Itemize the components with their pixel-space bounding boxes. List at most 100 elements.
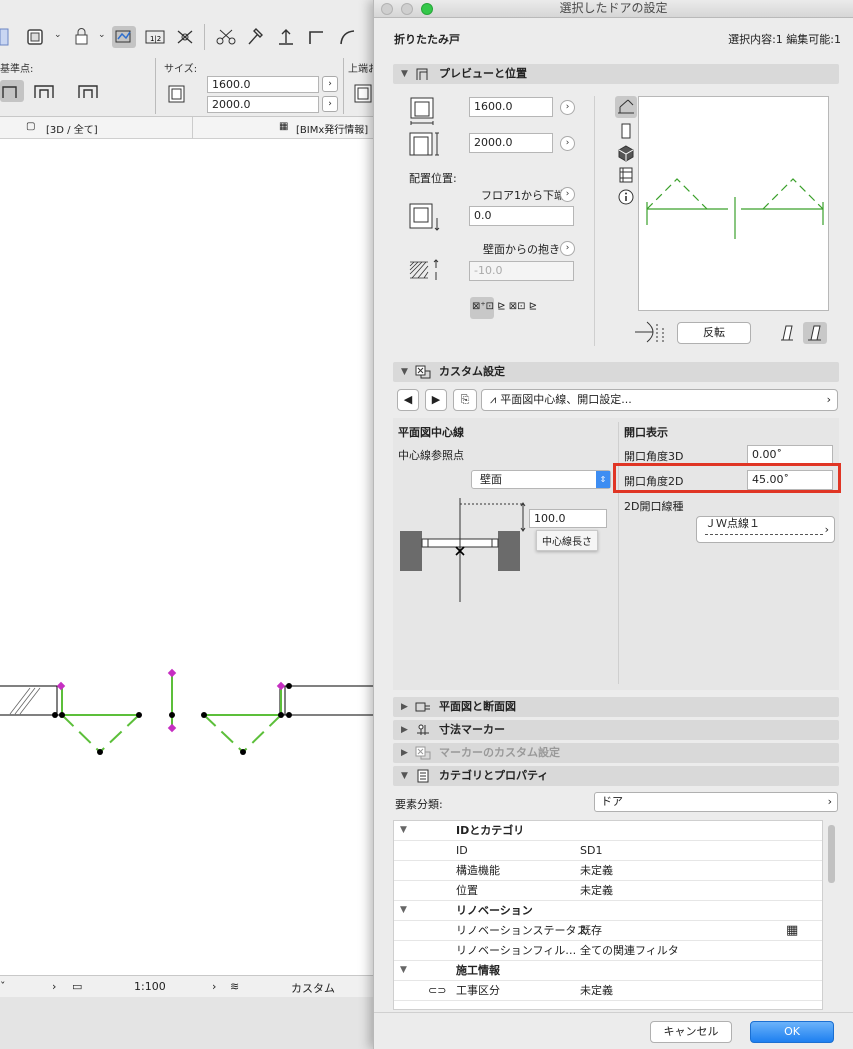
dialog-titlebar: 選択したドアの設定: [374, 0, 853, 18]
placement-label: 配置位置:: [409, 172, 457, 185]
minimize-window-button[interactable]: [401, 3, 413, 15]
layer-icon[interactable]: [24, 26, 48, 48]
lock-icon[interactable]: [70, 26, 94, 48]
opening-display-title: 開口表示: [624, 426, 668, 439]
classification-select[interactable]: ドア ›: [594, 792, 838, 812]
toolbar-width-field[interactable]: 1600.0: [207, 76, 319, 93]
chevron-right-icon[interactable]: ›: [560, 136, 575, 151]
hammer-icon[interactable]: [243, 26, 267, 48]
next-page-button[interactable]: ▶: [425, 389, 447, 411]
info-box-toolbar: ⌄ ⌄ 1|2 基準点: サイズ: 上端お 1600.0 2000.0 › ›: [0, 0, 380, 117]
info-icon[interactable]: [617, 188, 635, 206]
ref-point-value: 壁面: [480, 473, 502, 486]
line-type-select[interactable]: ＪＷ点線１ ›: [696, 516, 835, 543]
toolbar-height-field[interactable]: 2000.0: [207, 96, 319, 113]
custom-page-label: 平面図中心線、開口設定...: [500, 393, 632, 406]
door-icon: [416, 68, 428, 80]
arc-icon[interactable]: [336, 26, 360, 48]
cancel-button[interactable]: キャンセル: [650, 1021, 732, 1043]
property-scrollbar[interactable]: [828, 825, 835, 883]
hinge-options-icon[interactable]: ⊠⁺⊡ ⊵ ⊠⊡ ⊵: [472, 301, 537, 312]
scale-value[interactable]: 1:100: [134, 980, 166, 993]
close-window-button[interactable]: [381, 3, 393, 15]
snap-icon[interactable]: [173, 26, 197, 48]
brick-wall-icon[interactable]: ▦: [786, 921, 798, 940]
panel-category-properties[interactable]: ▼ カテゴリとプロパティ: [393, 766, 839, 786]
panel-marker-custom[interactable]: ▶ マーカーのカスタム設定: [393, 743, 839, 763]
table-row[interactable]: ▼ 施工情報: [394, 961, 822, 981]
triangle-down-icon: ▼: [400, 965, 407, 975]
custom-settings-icon: [415, 365, 431, 379]
panel-dimension-marker[interactable]: ▶ 寸法マーカー: [393, 720, 839, 740]
anchor-left-icon[interactable]: [0, 80, 24, 102]
anchor-center-icon[interactable]: [32, 80, 56, 102]
angle2d-field[interactable]: 45.00˚: [747, 470, 833, 490]
table-row[interactable]: ⊂⊃ 工事区分 未定義: [394, 981, 822, 1001]
bimx-tab[interactable]: [BIMx発行情報]: [296, 121, 368, 136]
panel-preview-position[interactable]: ▼ プレビューと位置: [393, 64, 839, 84]
scissors-icon[interactable]: [214, 26, 238, 48]
preview-canvas: [638, 96, 829, 311]
door-tool-icon[interactable]: [0, 26, 24, 48]
reveal-depth-icon: [409, 259, 439, 280]
chevron-right-icon[interactable]: ›: [322, 96, 338, 112]
ruler-icon[interactable]: 1|2: [143, 26, 167, 48]
centerline-length-field[interactable]: 100.0: [529, 509, 607, 528]
angle3d-field[interactable]: 0.00˚: [747, 445, 833, 465]
table-row[interactable]: ID SD1: [394, 841, 822, 861]
pen-set-value[interactable]: カスタム: [291, 980, 335, 996]
panel-floor-plan-section[interactable]: ▶ 平面図と断面図: [393, 697, 839, 717]
corner-icon[interactable]: [305, 26, 329, 48]
chevron-right-icon[interactable]: ›: [212, 980, 216, 993]
open-in-icon[interactable]: [777, 322, 799, 344]
section-view-icon[interactable]: [617, 166, 635, 184]
properties-icon: [417, 769, 429, 783]
status-bar: ˇ › ▭ 1:100 › ≋ カスタム: [0, 975, 380, 997]
table-row[interactable]: リノベーションステータス 既存 ▦: [394, 921, 822, 941]
table-row[interactable]: ▼ IDとカテゴリ: [394, 821, 822, 841]
anchor-right-icon[interactable]: [76, 80, 100, 102]
panel-title: 寸法マーカー: [439, 723, 505, 736]
chevron-right-icon[interactable]: ›: [322, 76, 338, 92]
page-list-button[interactable]: ⎘: [453, 389, 477, 411]
classification-label: 要素分類:: [395, 798, 443, 811]
door-preview-drawing: [646, 178, 824, 239]
custom-page-selector[interactable]: ⩘ 平面図中心線、開口設定... ›: [481, 389, 838, 411]
chevron-right-icon[interactable]: ›: [560, 187, 575, 202]
height-field[interactable]: 2000.0: [469, 133, 553, 153]
elevate-icon[interactable]: [274, 26, 298, 48]
angle3d-label: 開口角度3D: [624, 450, 684, 463]
table-row[interactable]: 位置 未定義: [394, 881, 822, 901]
table-row[interactable]: ▼ リノベーション: [394, 901, 822, 921]
zoom-window-button[interactable]: [421, 3, 433, 15]
chevron-right-icon[interactable]: ›: [560, 241, 575, 256]
chevron-right-icon[interactable]: ›: [560, 100, 575, 115]
panel-title: 平面図と断面図: [439, 700, 516, 713]
ref-point-select[interactable]: 壁面 ⇕: [471, 470, 611, 489]
floor-plan-canvas[interactable]: [0, 139, 380, 975]
view-3d-tab[interactable]: [3D / 全て]: [46, 121, 98, 136]
sill-height-field[interactable]: 0.0: [469, 206, 574, 226]
table-row[interactable]: 構造機能 未定義: [394, 861, 822, 881]
chevron-right-icon: ›: [827, 795, 832, 808]
chevron-down-icon[interactable]: ⌄: [98, 30, 106, 40]
prev-page-button[interactable]: ◀: [397, 389, 419, 411]
element-name: 折りたたみ戸: [394, 33, 460, 46]
table-row[interactable]: リノベーションフィル… 全ての関連フィルタ: [394, 941, 822, 961]
plan-view-icon[interactable]: [615, 96, 637, 118]
chevron-right-icon[interactable]: ›: [52, 980, 56, 993]
3d-view-icon[interactable]: [617, 144, 635, 162]
width-field[interactable]: 1600.0: [469, 97, 553, 117]
flip-button[interactable]: 反転: [677, 322, 751, 344]
pen-set-icon: ≋: [230, 980, 240, 993]
reveal-depth-field[interactable]: -10.0: [469, 261, 574, 281]
trace-icon[interactable]: [112, 26, 136, 48]
ok-button[interactable]: OK: [750, 1021, 834, 1043]
chevron-down-icon[interactable]: ⌄: [54, 30, 62, 40]
line-type-value: ＪＷ点線１: [705, 517, 760, 530]
panel-custom-settings[interactable]: ▼ カスタム設定: [393, 362, 839, 382]
triangle-down-icon: ▼: [401, 771, 408, 781]
triangle-down-icon: ▼: [400, 905, 407, 915]
open-out-icon[interactable]: [803, 322, 827, 344]
elevation-view-icon[interactable]: [617, 122, 635, 140]
